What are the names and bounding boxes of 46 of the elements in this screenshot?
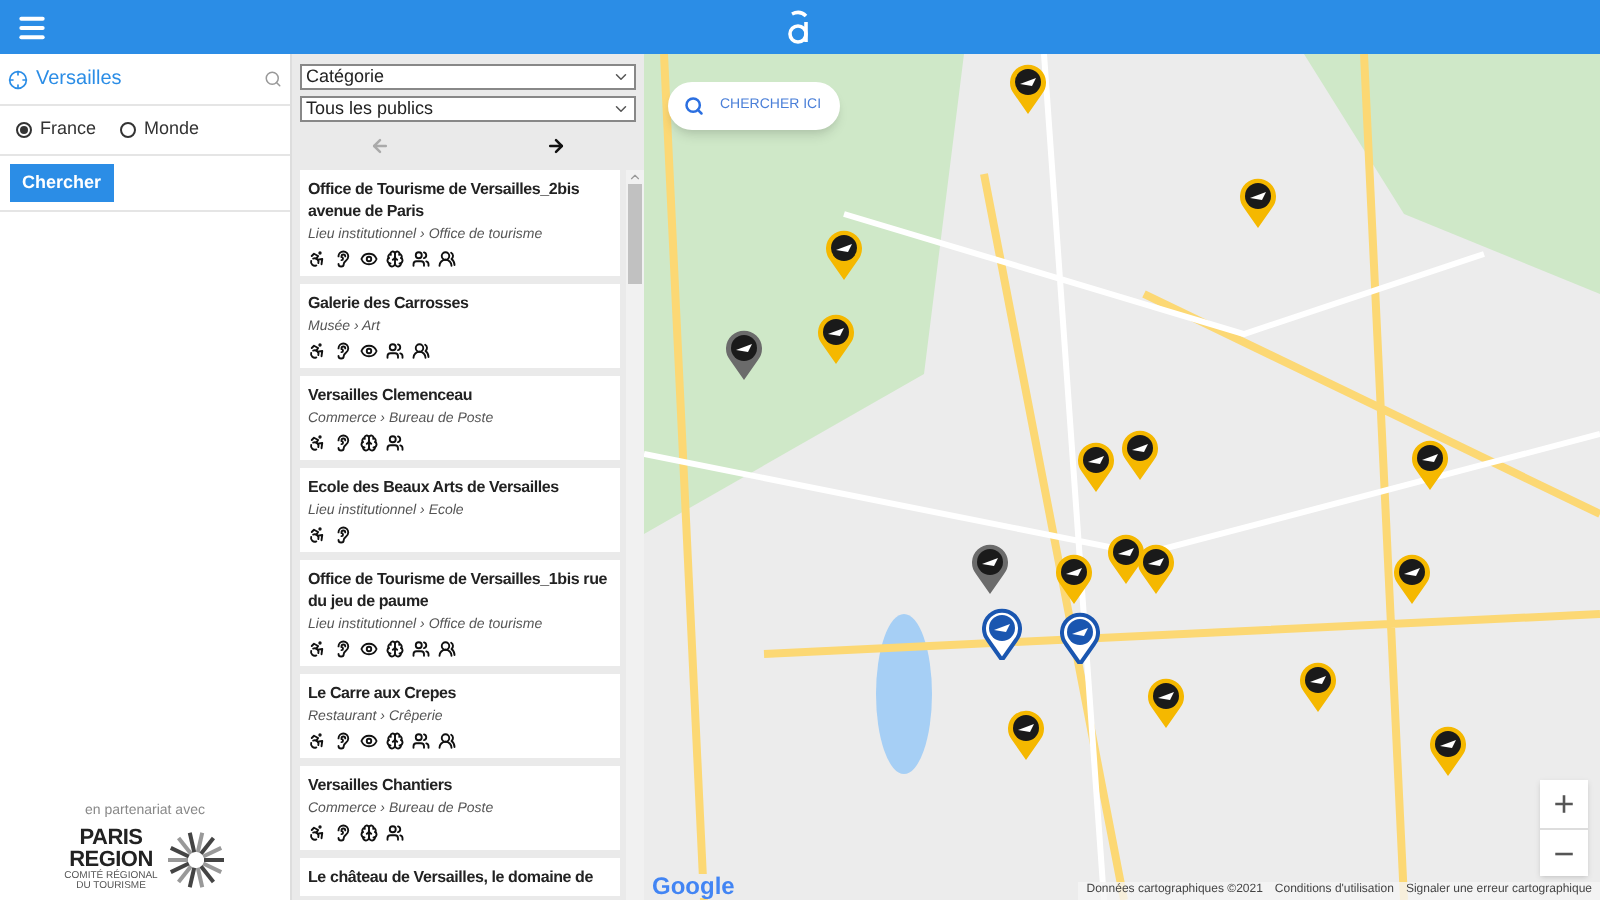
result-card[interactable]: Le château de Versailles, le domaine de bbox=[300, 858, 620, 896]
map-pin-icon[interactable] bbox=[1060, 612, 1100, 664]
menu-icon[interactable] bbox=[16, 11, 48, 43]
result-title: Office de Tourisme de Versailles_1bis rue du jeu de paume bbox=[308, 568, 609, 612]
logo-text: REGION bbox=[69, 850, 153, 872]
location-icon bbox=[8, 69, 28, 89]
filter-dropdown[interactable]: Catégorie bbox=[300, 64, 636, 90]
map-pin-icon[interactable] bbox=[1392, 552, 1432, 604]
map-pin-icon[interactable] bbox=[1136, 542, 1176, 594]
map-pin-icon[interactable] bbox=[816, 312, 856, 364]
zoom-out-button[interactable]: − bbox=[1540, 828, 1588, 876]
map-pin-icon[interactable] bbox=[1298, 660, 1338, 712]
scrollbar-thumb[interactable] bbox=[628, 184, 642, 284]
result-title: Versailles Chantiers bbox=[308, 774, 455, 796]
result-title: Galerie des Carrosses bbox=[308, 292, 471, 314]
radio-option[interactable]: Monde bbox=[120, 116, 200, 144]
result-title: Versailles Clemenceau bbox=[308, 384, 475, 406]
next-icon[interactable] bbox=[546, 136, 566, 156]
scrollbar[interactable] bbox=[626, 170, 644, 900]
map-pin-icon[interactable] bbox=[1008, 62, 1048, 114]
search-icon bbox=[684, 96, 704, 116]
map-pin-icon[interactable] bbox=[970, 542, 1010, 594]
google-logo: Google bbox=[650, 874, 737, 898]
map-pin-icon[interactable] bbox=[982, 608, 1022, 660]
map-pin-icon[interactable] bbox=[1146, 676, 1186, 728]
map-pin-icon[interactable] bbox=[1106, 532, 1146, 584]
filter-dropdown[interactable]: Tous les publics bbox=[300, 96, 636, 122]
result-title: Office de Tourisme de Versailles_2bis avenue de Paris bbox=[308, 178, 582, 222]
map-pin-icon[interactable] bbox=[1076, 440, 1116, 492]
logo-text: PARIS bbox=[79, 828, 143, 850]
map-pin-icon[interactable] bbox=[824, 228, 864, 280]
map-pin-icon[interactable] bbox=[1054, 552, 1094, 604]
result-title: Le château de Versailles, le domaine de bbox=[308, 866, 595, 888]
starburst-logo-icon bbox=[165, 830, 226, 890]
logo-icon bbox=[786, 9, 814, 45]
search-icon[interactable] bbox=[264, 70, 282, 88]
map-pin-icon[interactable] bbox=[1238, 176, 1278, 228]
map-pin-icon[interactable] bbox=[724, 328, 764, 380]
zoom-in-button[interactable]: + bbox=[1540, 780, 1588, 828]
result-title: Le Carre aux Crepes bbox=[308, 682, 459, 704]
map-pin-icon[interactable] bbox=[1428, 724, 1468, 776]
map-pin-icon[interactable] bbox=[1120, 428, 1160, 480]
result-title: Ecole des Beaux Arts de Versailles bbox=[308, 476, 561, 498]
map-pin-icon[interactable] bbox=[1006, 708, 1046, 760]
radio-option[interactable]: France bbox=[16, 116, 97, 144]
map-pin-icon[interactable] bbox=[1410, 438, 1450, 490]
